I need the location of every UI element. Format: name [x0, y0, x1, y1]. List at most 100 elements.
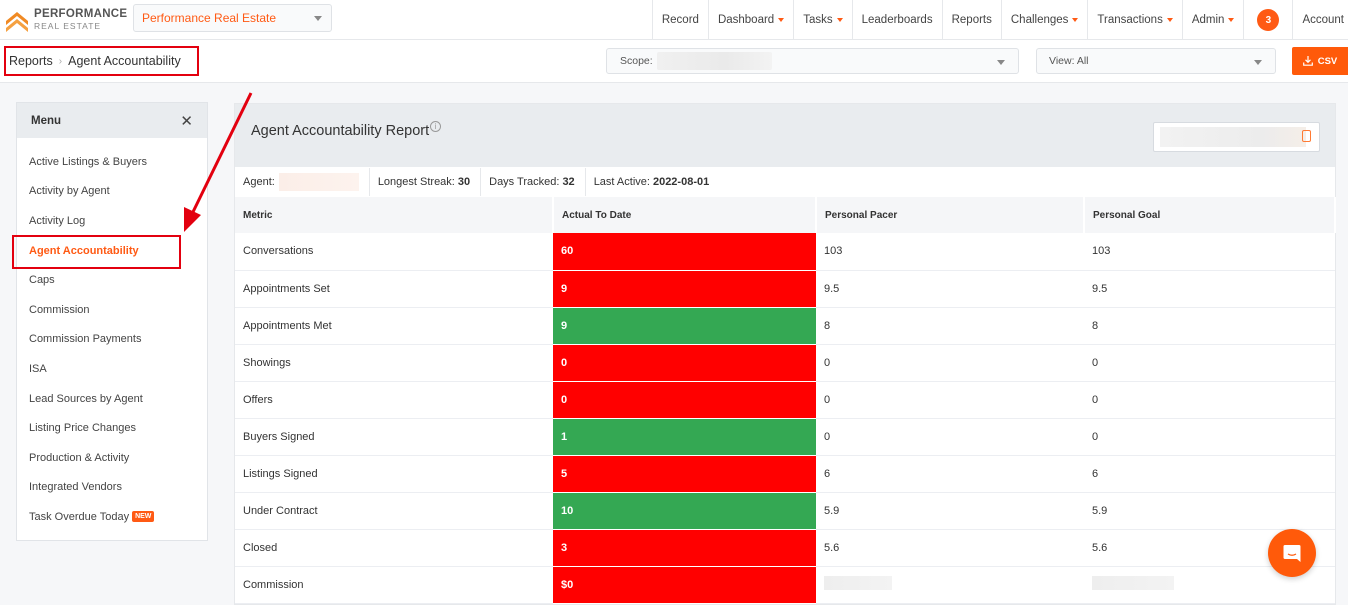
agent-name-redacted [278, 173, 359, 191]
nav-label: Record [661, 14, 699, 26]
download-icon [1302, 56, 1313, 66]
organization-select[interactable]: Performance Real Estate [133, 4, 332, 32]
column-header-pacer[interactable]: Personal Pacer [816, 197, 1085, 233]
menu-item-lead-sources-by-agent[interactable]: Lead Sources by Agent [17, 384, 207, 414]
actual-cell: 60 [553, 233, 816, 271]
chat-icon [1283, 545, 1301, 562]
menu-item-activity-log[interactable]: Activity Log [17, 206, 207, 236]
menu-item-task-overdue-today[interactable]: Task Overdue Today NEW [17, 502, 207, 532]
metric-cell: Appointments Set [235, 270, 553, 308]
nav-challenges[interactable]: Challenges [1000, 0, 1088, 40]
new-badge: NEW [132, 511, 155, 523]
logo-chevron-icon [6, 11, 28, 32]
menu-item-commission-payments[interactable]: Commission Payments [17, 325, 207, 355]
nav-record[interactable]: Record [651, 0, 708, 40]
actual-cell: 1 [553, 418, 816, 456]
info-icon[interactable]: i [430, 121, 442, 132]
metric-cell: Appointments Met [235, 307, 553, 345]
menu-item-activity-by-agent[interactable]: Activity by Agent [17, 177, 207, 207]
caret-down-icon [778, 18, 785, 22]
pacer-cell: 0 [816, 418, 1084, 456]
stat-label: Days Tracked: [489, 176, 560, 188]
brand-name: PERFORMANCE [34, 8, 128, 20]
menu-item-label: ISA [29, 362, 47, 375]
brand-subname: REAL ESTATE [34, 20, 102, 31]
agent-stats-bar: Agent: Longest Streak: 30 Days Tracked: 32… [235, 167, 1335, 197]
redacted-value [1092, 576, 1174, 590]
nav-transactions[interactable]: Transactions [1087, 0, 1181, 40]
menu-item-label: Activity by Agent [29, 185, 110, 198]
stat-value: 30 [457, 176, 471, 188]
pacer-cell [816, 566, 1084, 604]
close-icon[interactable]: ✕ [180, 112, 193, 130]
nav-leaderboards[interactable]: Leaderboards [851, 0, 942, 40]
metric-cell: Offers [235, 381, 553, 419]
actual-cell: 10 [553, 492, 816, 530]
stat-longest-streak: Longest Streak: 30 [370, 168, 482, 196]
metric-cell: Listings Signed [235, 455, 553, 493]
chevron-down-icon [997, 60, 1005, 65]
menu-item-integrated-vendors[interactable]: Integrated Vendors [17, 473, 207, 503]
stat-label: Agent: [243, 176, 275, 188]
organization-select-value: Performance Real Estate [142, 11, 277, 25]
scope-select[interactable]: Scope: [606, 48, 1019, 74]
goal-cell: 0 [1084, 344, 1335, 382]
nav-account[interactable]: Account [1292, 0, 1348, 40]
menu-item-production-activity[interactable]: Production & Activity [17, 443, 207, 473]
view-select[interactable]: View: All [1036, 48, 1276, 74]
menu-item-label: Caps [29, 274, 55, 287]
pacer-cell: 8 [816, 307, 1084, 345]
column-header-actual[interactable]: Actual To Date [553, 197, 817, 233]
menu-item-isa[interactable]: ISA [17, 354, 207, 384]
pacer-cell: 5.6 [816, 529, 1084, 567]
nav-label: Transactions [1097, 14, 1163, 26]
table-row: Listings Signed 5 6 6 [235, 455, 1335, 493]
caret-down-icon [1228, 18, 1235, 22]
stat-label: Longest Streak: [377, 176, 455, 188]
menu-item-caps[interactable]: Caps [17, 265, 207, 295]
pacer-cell: 5.9 [816, 492, 1084, 530]
nav-tasks[interactable]: Tasks [793, 0, 851, 40]
menu-item-label: Listing Price Changes [29, 422, 137, 435]
nav-admin[interactable]: Admin [1181, 0, 1244, 40]
table-row: Showings 0 0 0 [235, 344, 1335, 382]
view-select-value: View: All [1049, 55, 1089, 67]
menu-item-label: Task Overdue Today [29, 510, 130, 523]
column-header-metric[interactable]: Metric [235, 197, 554, 233]
metric-cell: Conversations [235, 233, 553, 271]
menu-item-active-listings-buyers[interactable]: Active Listings & Buyers [17, 147, 207, 177]
chat-launcher-button[interactable] [1268, 529, 1316, 577]
pacer-cell: 6 [816, 455, 1084, 493]
table-row: Offers 0 0 0 [235, 381, 1335, 419]
brand-logo[interactable]: PERFORMANCE REAL ESTATE [0, 0, 128, 39]
table-row: Closed 3 5.6 5.6 [235, 529, 1335, 567]
goal-cell: 6 [1084, 455, 1335, 493]
nav-label: Reports [951, 14, 992, 26]
menu-item-agent-accountability[interactable]: Agent Accountability [17, 236, 207, 266]
calendar-icon [1302, 130, 1311, 142]
breadcrumb: Reports › Agent Accountability [4, 46, 199, 76]
chevron-down-icon [1254, 60, 1262, 65]
csv-export-button[interactable]: CSV [1292, 47, 1348, 75]
goal-cell: 0 [1084, 381, 1335, 419]
date-range-picker[interactable] [1153, 122, 1320, 152]
menu-item-label: Activity Log [29, 214, 86, 227]
table-row: Buyers Signed 1 0 0 [235, 418, 1335, 456]
breadcrumb-current: Agent Accountability [68, 54, 181, 68]
table-header-row: Metric Actual To Date Personal Pacer Per… [235, 197, 1336, 233]
column-header-goal[interactable]: Personal Goal [1084, 197, 1336, 233]
menu-item-commission[interactable]: Commission [17, 295, 207, 325]
notifications-button[interactable]: 3 [1243, 0, 1292, 40]
menu-item-listing-price-changes[interactable]: Listing Price Changes [17, 413, 207, 443]
table-row: Commission $0 [235, 566, 1335, 604]
menu-item-label: Active Listings & Buyers [29, 155, 147, 168]
caret-down-icon [836, 18, 843, 22]
table-row: Appointments Set 9 9.5 9.5 [235, 270, 1335, 308]
nav-dashboard[interactable]: Dashboard [707, 0, 793, 40]
goal-cell: 5.9 [1084, 492, 1335, 530]
breadcrumb-reports-link[interactable]: Reports [9, 54, 53, 68]
nav-reports[interactable]: Reports [941, 0, 1001, 40]
reports-menu: Menu ✕ Active Listings & Buyers Activity… [16, 102, 208, 541]
caret-down-icon [1166, 18, 1173, 22]
nav-label: Dashboard [717, 14, 775, 26]
